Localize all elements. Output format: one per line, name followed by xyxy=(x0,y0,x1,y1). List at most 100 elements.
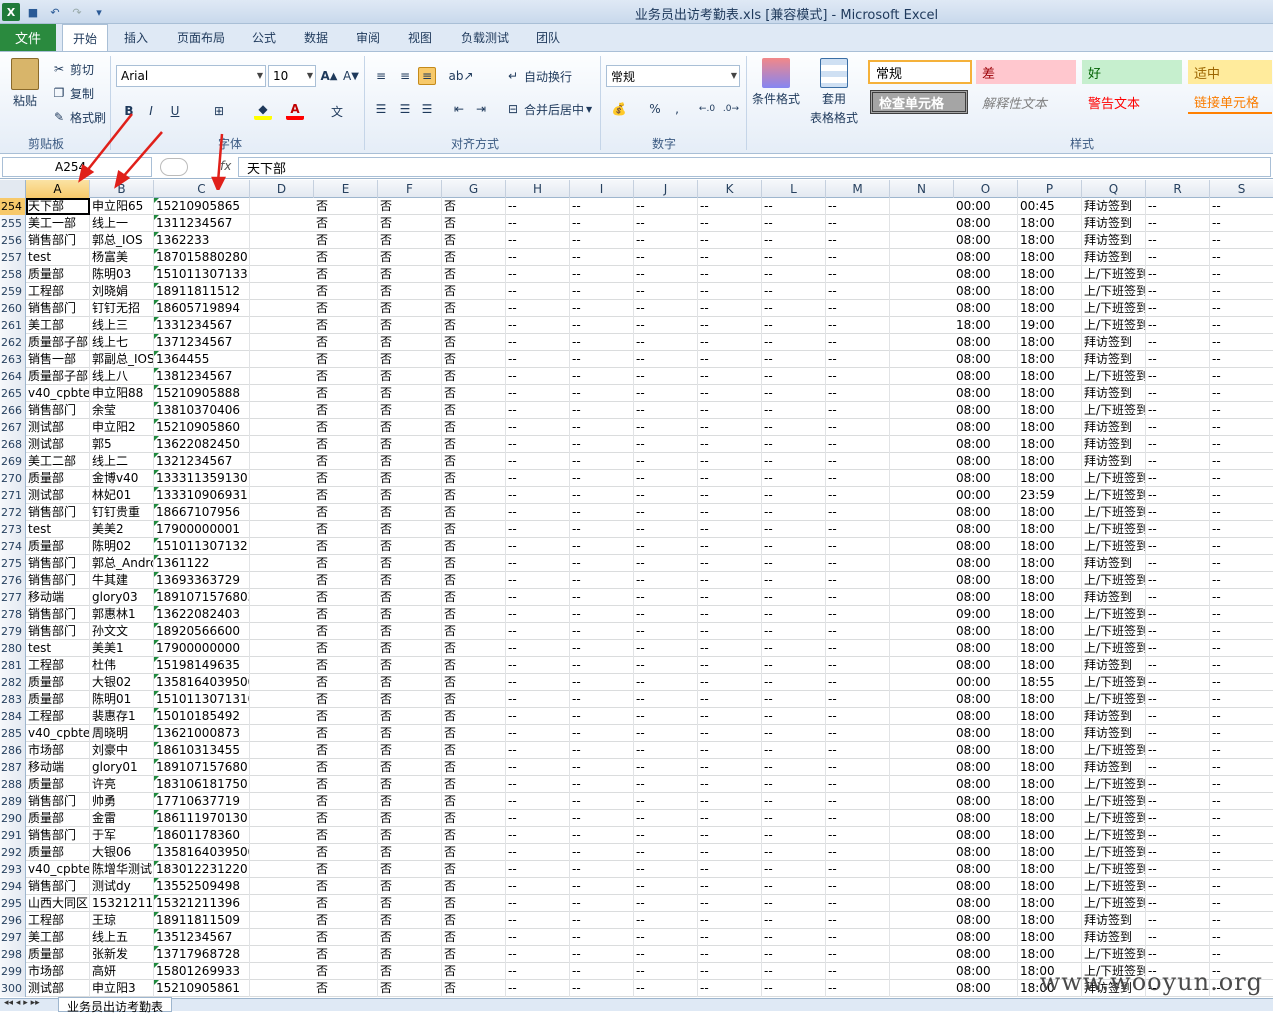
cell-c[interactable]: 15801269933 xyxy=(154,963,250,980)
cell-b[interactable]: 申立阳2 xyxy=(90,419,154,436)
cell-g[interactable]: 否 xyxy=(442,198,506,215)
cell-g[interactable]: 否 xyxy=(442,912,506,929)
cell-a[interactable]: 工程部 xyxy=(26,657,90,674)
cell-c[interactable]: 1311234567 xyxy=(154,215,250,232)
row-header[interactable]: 300 xyxy=(0,980,26,997)
cell-e[interactable]: 否 xyxy=(314,963,378,980)
cell-e[interactable]: 否 xyxy=(314,895,378,912)
font-color-button[interactable]: A xyxy=(286,102,304,120)
cell-g[interactable]: 否 xyxy=(442,419,506,436)
cell-s[interactable]: -- xyxy=(1210,334,1273,351)
row-header[interactable]: 293 xyxy=(0,861,26,878)
row-header[interactable]: 283 xyxy=(0,691,26,708)
cell-b[interactable]: 陈明02 xyxy=(90,538,154,555)
cell-p[interactable]: 18:00 xyxy=(1018,334,1082,351)
cell-f[interactable]: 否 xyxy=(378,742,442,759)
cell-h[interactable]: -- xyxy=(506,300,570,317)
cell-h[interactable]: -- xyxy=(506,776,570,793)
cell-h[interactable]: -- xyxy=(506,334,570,351)
cell-h[interactable]: -- xyxy=(506,946,570,963)
cell-m[interactable]: -- xyxy=(826,640,890,657)
formula-bar-toggle[interactable] xyxy=(160,158,188,176)
cell-i[interactable]: -- xyxy=(570,725,634,742)
row-header[interactable]: 263 xyxy=(0,351,26,368)
cell-j[interactable]: -- xyxy=(634,810,698,827)
cell-c[interactable]: 18610313455 xyxy=(154,742,250,759)
cell-c[interactable]: 17710637719 xyxy=(154,793,250,810)
cell-f[interactable]: 否 xyxy=(378,725,442,742)
cell-l[interactable]: -- xyxy=(762,198,826,215)
cell-o[interactable]: 00:00 xyxy=(954,674,1018,691)
cell-e[interactable]: 否 xyxy=(314,691,378,708)
cell-s[interactable]: -- xyxy=(1210,640,1273,657)
cell-g[interactable]: 否 xyxy=(442,674,506,691)
cell-m[interactable]: -- xyxy=(826,351,890,368)
cell-o[interactable]: 08:00 xyxy=(954,912,1018,929)
cell-s[interactable]: -- xyxy=(1210,351,1273,368)
cell-c[interactable]: 1362233 xyxy=(154,232,250,249)
cell-j[interactable]: -- xyxy=(634,317,698,334)
cell-p[interactable]: 18:00 xyxy=(1018,691,1082,708)
cell-o[interactable]: 08:00 xyxy=(954,521,1018,538)
column-header-h[interactable]: H xyxy=(506,180,570,198)
cell-b[interactable]: 钉钉贵重 xyxy=(90,504,154,521)
cell-c[interactable]: 13621000873 xyxy=(154,725,250,742)
cell-j[interactable]: -- xyxy=(634,725,698,742)
cell-s[interactable]: -- xyxy=(1210,606,1273,623)
cell-r[interactable]: -- xyxy=(1146,470,1210,487)
cell-a[interactable]: 质量部子部 xyxy=(26,334,90,351)
cell-s[interactable]: -- xyxy=(1210,691,1273,708)
cell-l[interactable]: -- xyxy=(762,351,826,368)
tab-formulas[interactable]: 公式 xyxy=(244,24,284,51)
cell-e[interactable]: 否 xyxy=(314,742,378,759)
cell-b[interactable]: glory03 xyxy=(90,589,154,606)
formula-input[interactable]: 天下部 xyxy=(238,157,1271,177)
cell-a[interactable]: 质量部子部 xyxy=(26,368,90,385)
cell-a[interactable]: 销售部门 xyxy=(26,623,90,640)
wrap-text-button[interactable]: ↵ 自动换行 xyxy=(504,67,572,85)
cell-s[interactable]: -- xyxy=(1210,317,1273,334)
fill-color-button[interactable]: ◆ xyxy=(254,102,272,120)
cell-a[interactable]: v40_cpbtest xyxy=(26,861,90,878)
cell-j[interactable]: -- xyxy=(634,657,698,674)
cell-i[interactable]: -- xyxy=(570,266,634,283)
cell-k[interactable]: -- xyxy=(698,385,762,402)
cell-f[interactable]: 否 xyxy=(378,334,442,351)
cell-m[interactable]: -- xyxy=(826,198,890,215)
cell-j[interactable]: -- xyxy=(634,844,698,861)
cell-q[interactable]: 上/下班签到 xyxy=(1082,810,1146,827)
cell-o[interactable]: 08:00 xyxy=(954,572,1018,589)
cell-k[interactable]: -- xyxy=(698,198,762,215)
cell-e[interactable]: 否 xyxy=(314,589,378,606)
cell-k[interactable]: -- xyxy=(698,827,762,844)
cell-b[interactable]: 帅勇 xyxy=(90,793,154,810)
cell-l[interactable]: -- xyxy=(762,606,826,623)
cell-i[interactable]: -- xyxy=(570,742,634,759)
cell-o[interactable]: 08:00 xyxy=(954,436,1018,453)
cell-e[interactable]: 否 xyxy=(314,640,378,657)
cell-j[interactable]: -- xyxy=(634,929,698,946)
cell-i[interactable]: -- xyxy=(570,844,634,861)
cell-j[interactable]: -- xyxy=(634,300,698,317)
cell-g[interactable]: 否 xyxy=(442,317,506,334)
cell-s[interactable]: -- xyxy=(1210,538,1273,555)
cell-k[interactable]: -- xyxy=(698,487,762,504)
cell-p[interactable]: 18:00 xyxy=(1018,895,1082,912)
cell-r[interactable]: -- xyxy=(1146,895,1210,912)
row-header[interactable]: 260 xyxy=(0,300,26,317)
cell-e[interactable]: 否 xyxy=(314,521,378,538)
cell-k[interactable]: -- xyxy=(698,538,762,555)
cell-o[interactable]: 08:00 xyxy=(954,640,1018,657)
cell-p[interactable]: 18:00 xyxy=(1018,606,1082,623)
cell-r[interactable]: -- xyxy=(1146,742,1210,759)
cell-f[interactable]: 否 xyxy=(378,232,442,249)
cell-a[interactable]: 销售部门 xyxy=(26,572,90,589)
cell-a[interactable]: 质量部 xyxy=(26,946,90,963)
cell-c[interactable]: 13581640395006 xyxy=(154,844,250,861)
cell-s[interactable]: -- xyxy=(1210,521,1273,538)
cell-i[interactable]: -- xyxy=(570,589,634,606)
cell-j[interactable]: -- xyxy=(634,232,698,249)
cell-o[interactable]: 08:00 xyxy=(954,351,1018,368)
cell-p[interactable]: 18:00 xyxy=(1018,385,1082,402)
column-header-l[interactable]: L xyxy=(762,180,826,198)
